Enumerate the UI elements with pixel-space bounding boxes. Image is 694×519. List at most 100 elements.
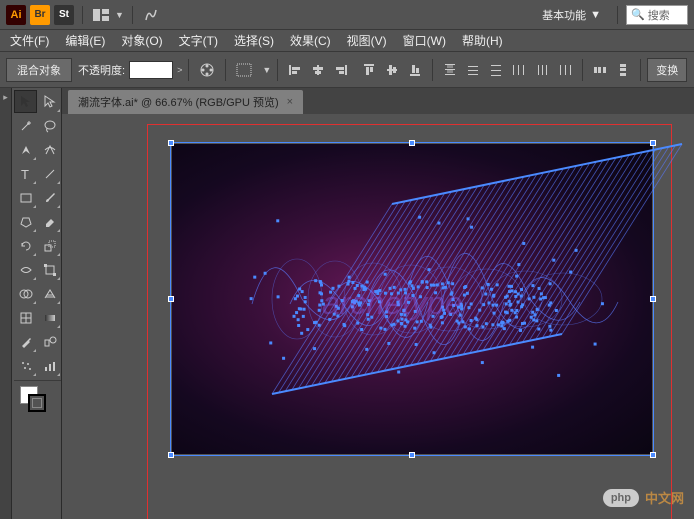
menu-object[interactable]: 对象(O) <box>113 32 170 49</box>
separator <box>640 59 641 81</box>
eyedropper-tool[interactable] <box>14 330 37 353</box>
toolbox: T <box>12 88 62 519</box>
lasso-tool[interactable] <box>38 114 61 137</box>
dist-hcenter-icon[interactable] <box>531 59 553 81</box>
object-type-label: 混合对象 <box>6 58 72 82</box>
dropdown-icon[interactable]: ▼ <box>115 10 124 20</box>
workspace-switcher[interactable]: 基本功能 ▼ <box>534 5 609 25</box>
color-swatches[interactable] <box>14 384 61 414</box>
symbol-sprayer-tool[interactable] <box>14 354 37 377</box>
title-bar: Ai Br St ▼ 基本功能 ▼ 🔍 搜索 <box>0 0 694 30</box>
dist-vcenter-icon[interactable] <box>462 59 484 81</box>
gradient-tool[interactable] <box>38 306 61 329</box>
document-area: 潮流字体.ai* @ 66.67% (RGB/GPU 预览) × archety… <box>62 88 694 519</box>
opacity-field: 不透明度: > <box>78 61 182 79</box>
graph-tool[interactable] <box>38 354 61 377</box>
magic-wand-tool[interactable] <box>14 114 37 137</box>
search-placeholder: 搜索 <box>648 7 670 23</box>
free-transform-tool[interactable] <box>38 258 61 281</box>
menu-window[interactable]: 窗口(W) <box>395 32 454 49</box>
opacity-input[interactable] <box>129 61 173 79</box>
separator <box>277 59 278 81</box>
watermark-badge: php <box>603 489 639 507</box>
gpu-icon[interactable] <box>141 5 161 25</box>
selection-handle[interactable] <box>409 140 415 146</box>
main-area: ▸ T 潮流字体.ai* @ <box>0 88 694 519</box>
selection-handle[interactable] <box>650 296 656 302</box>
spacing-group <box>589 59 634 81</box>
width-tool[interactable] <box>14 258 37 281</box>
shaper-tool[interactable] <box>14 210 37 233</box>
align-vcenter-icon[interactable] <box>381 59 403 81</box>
rectangle-tool[interactable] <box>14 186 37 209</box>
tab-title: 潮流字体.ai* @ 66.67% (RGB/GPU 预览) <box>78 94 279 110</box>
align-to-icon[interactable] <box>232 58 256 82</box>
menu-view[interactable]: 视图(V) <box>339 32 395 49</box>
stock-icon[interactable]: St <box>54 5 74 25</box>
arrange-icon[interactable] <box>91 5 111 25</box>
perspective-grid-tool[interactable] <box>38 282 61 305</box>
collapse-icon[interactable]: ▸ <box>3 92 8 103</box>
align-right-icon[interactable] <box>330 59 352 81</box>
app-icon: Ai <box>6 5 26 25</box>
workspace-label: 基本功能 <box>542 7 586 23</box>
spacing-v-icon[interactable] <box>612 59 634 81</box>
selection-handle[interactable] <box>650 140 656 146</box>
selection-handle[interactable] <box>650 452 656 458</box>
align-top-icon[interactable] <box>358 59 380 81</box>
dist-left-icon[interactable] <box>508 59 530 81</box>
menu-type[interactable]: 文字(T) <box>171 32 226 49</box>
search-icon: 🔍 <box>631 8 645 21</box>
selection-handle[interactable] <box>168 452 174 458</box>
align-hcenter-icon[interactable] <box>307 59 329 81</box>
canvas[interactable]: archetype php 中文网 <box>62 114 694 519</box>
watermark: php 中文网 <box>603 488 684 507</box>
stroke-swatch[interactable] <box>28 394 46 412</box>
separator <box>617 6 618 24</box>
dist-bottom-icon[interactable] <box>485 59 507 81</box>
align-horizontal-group <box>284 59 352 81</box>
search-input[interactable]: 🔍 搜索 <box>626 5 688 25</box>
separator <box>432 59 433 81</box>
blend-tool[interactable] <box>38 330 61 353</box>
menu-select[interactable]: 选择(S) <box>226 32 282 49</box>
dist-top-icon[interactable] <box>439 59 461 81</box>
opacity-label: 不透明度: <box>78 62 125 78</box>
spacing-h-icon[interactable] <box>589 59 611 81</box>
type-tool[interactable]: T <box>14 162 37 185</box>
menu-edit[interactable]: 编辑(E) <box>57 32 113 49</box>
menu-file[interactable]: 文件(F) <box>2 32 57 49</box>
menu-help[interactable]: 帮助(H) <box>454 32 511 49</box>
transform-button[interactable]: 变换 <box>647 58 687 82</box>
menu-effect[interactable]: 效果(C) <box>282 32 339 49</box>
eraser-tool[interactable] <box>38 210 61 233</box>
separator <box>82 6 83 24</box>
selection-tool[interactable] <box>14 90 37 113</box>
dropdown-icon: ▼ <box>590 9 601 21</box>
selection-handle[interactable] <box>409 452 415 458</box>
pen-tool[interactable] <box>14 138 37 161</box>
tab-bar: 潮流字体.ai* @ 66.67% (RGB/GPU 预览) × <box>62 88 694 114</box>
shape-builder-tool[interactable] <box>14 282 37 305</box>
document-tab[interactable]: 潮流字体.ai* @ 66.67% (RGB/GPU 预览) × <box>68 90 303 114</box>
recolor-icon[interactable] <box>195 58 219 82</box>
direct-selection-tool[interactable] <box>38 90 61 113</box>
dist-right-icon[interactable] <box>554 59 576 81</box>
dropdown-icon[interactable]: ▼ <box>262 65 271 75</box>
align-left-icon[interactable] <box>284 59 306 81</box>
scale-tool[interactable] <box>38 234 61 257</box>
separator <box>188 59 189 81</box>
bridge-icon[interactable]: Br <box>30 5 50 25</box>
selection-handle[interactable] <box>168 140 174 146</box>
align-bottom-icon[interactable] <box>404 59 426 81</box>
line-tool[interactable] <box>38 162 61 185</box>
selection-bounds <box>170 142 654 456</box>
close-icon[interactable]: × <box>287 96 293 108</box>
mesh-tool[interactable] <box>14 306 37 329</box>
opacity-dropdown-icon[interactable]: > <box>177 65 182 75</box>
watermark-text: 中文网 <box>645 488 684 507</box>
distribute-group <box>439 59 576 81</box>
paintbrush-tool[interactable] <box>38 186 61 209</box>
rotate-tool[interactable] <box>14 234 37 257</box>
curvature-tool[interactable] <box>38 138 61 161</box>
